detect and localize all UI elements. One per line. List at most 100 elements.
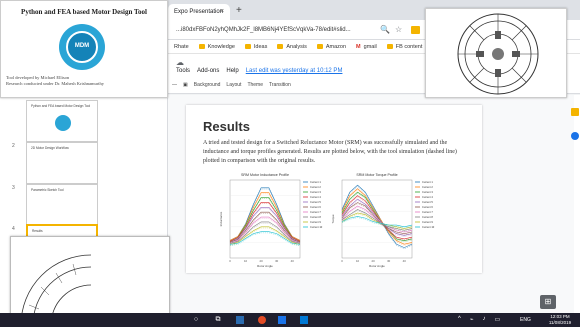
legend-label: Current 2: [310, 185, 321, 189]
x-tick-label: 10: [244, 259, 248, 263]
folder-icon: [386, 44, 393, 49]
file-explorer-icon[interactable]: [236, 316, 244, 324]
slide-thumbnail-workflow[interactable]: 2D Motor Design Workflow: [26, 142, 98, 184]
legend-label: Current 4: [310, 195, 321, 199]
volume-icon[interactable]: ♪: [482, 316, 485, 323]
x-tick-label: 30: [387, 259, 391, 263]
bookmark-amazon[interactable]: Amazon: [316, 44, 346, 50]
menu-help[interactable]: Help: [226, 68, 238, 74]
legend-label: Current 6: [422, 205, 433, 209]
battery-icon[interactable]: ▭: [494, 316, 500, 323]
explore-button[interactable]: ⊞: [540, 295, 556, 309]
bookmark-gmail[interactable]: Mgmail: [356, 44, 377, 50]
thumbnail-title: Results: [32, 229, 43, 233]
legend-label: Current 10: [310, 225, 323, 229]
folder-icon: [198, 44, 205, 49]
logo-text: MDM: [74, 43, 90, 49]
slide-thumbnail-sketch[interactable]: Parametric Sketch Tool: [26, 184, 98, 226]
legend-label: Current 4: [422, 195, 433, 199]
legend-label: Current 6: [310, 205, 321, 209]
toolbar: — ▣ Background Layout Theme Transition: [172, 82, 291, 88]
search-icon[interactable]: ○: [192, 316, 200, 324]
x-tick-label: 40: [291, 259, 295, 263]
x-tick-label: 0: [229, 259, 231, 263]
motor-image-overlay: [425, 8, 567, 98]
x-tick-label: 20: [372, 259, 376, 263]
tasks-icon[interactable]: [571, 132, 579, 140]
app-icon[interactable]: [278, 316, 286, 324]
bookmark-fb-content[interactable]: FB content: [386, 44, 422, 50]
legend-label: Current 8: [310, 215, 321, 219]
transition-button[interactable]: Transition: [269, 82, 291, 88]
system-tray: ^ ⌁ ♪ ▭: [458, 316, 500, 323]
clock-date: 11/08/2019: [548, 320, 572, 325]
theme-button[interactable]: Theme: [247, 82, 263, 88]
minus-icon[interactable]: —: [172, 82, 177, 88]
plot-area: [229, 179, 301, 259]
bookmark-rhate[interactable]: Rhate: [174, 44, 189, 50]
star-icon[interactable]: ☆: [395, 24, 402, 36]
chart-title: SRM Motor Inductance Profile: [241, 173, 289, 177]
screen: Expo Presentation × + ...i80dxFBFoN2yhQM…: [0, 0, 580, 327]
mail-icon[interactable]: [300, 316, 308, 324]
x-tick-label: 30: [275, 259, 279, 263]
legend-label: Current 7: [422, 210, 433, 214]
folder-icon: [244, 44, 251, 49]
menu-tools[interactable]: Tools: [176, 68, 190, 74]
legend-label: Current 5: [310, 200, 321, 204]
inductance-chart: SRM Motor Inductance Profile 0 10 20 30 40 Rot…: [219, 173, 323, 268]
x-tick-label: 0: [341, 259, 343, 263]
folder-icon: [277, 44, 284, 49]
chevron-up-icon[interactable]: ^: [458, 316, 461, 323]
slide-number: 2: [12, 143, 15, 149]
background-button[interactable]: Background: [194, 82, 221, 88]
last-edit-link[interactable]: Last edit was yesterday at 10:12 PM: [246, 68, 343, 74]
x-axis-label: Rotor Angle: [369, 264, 385, 268]
legend-label: Current 5: [422, 200, 433, 204]
insert-image-icon[interactable]: ▣: [183, 82, 188, 88]
legend-label: Current 1: [310, 180, 321, 184]
slide-thumbnail-title[interactable]: Python and FEA based Motor Design Tool: [26, 100, 98, 142]
bookmark-knowledge[interactable]: Knowledge: [198, 44, 235, 50]
legend-label: Current 1: [422, 180, 433, 184]
menu-add-ons[interactable]: Add-ons: [197, 68, 219, 74]
x-tick-label: 10: [356, 259, 360, 263]
search-icon[interactable]: 🔍: [380, 24, 390, 36]
language-indicator[interactable]: ENG: [520, 317, 531, 323]
legend-label: Current 9: [310, 220, 321, 224]
legend-label: Current 8: [422, 215, 433, 219]
overlay-credit-author: Tool developed by Michael Ellison: [6, 75, 70, 80]
legend-label: Current 3: [422, 190, 433, 194]
legend-label: Current 9: [422, 220, 433, 224]
layout-button[interactable]: Layout: [226, 82, 241, 88]
chrome-icon[interactable]: [258, 316, 266, 324]
side-panel: [574, 95, 580, 321]
bookmark-ideas[interactable]: Ideas: [244, 44, 267, 50]
menu-bar: Tools Add-ons Help Last edit was yesterd…: [176, 68, 342, 74]
slide-number: 4: [12, 226, 15, 232]
legend-label: Current 7: [310, 210, 321, 214]
legend-label: Current 10: [422, 225, 435, 229]
new-tab-button[interactable]: +: [236, 3, 242, 19]
y-axis-label: Torque: [331, 214, 335, 224]
x-tick-label: 20: [260, 259, 264, 263]
slide-body-text[interactable]: A tried and tested design for a Switched…: [203, 139, 465, 166]
overlay-title: Python and FEA based Motor Design Tool: [21, 8, 147, 16]
extension-icon[interactable]: [411, 26, 420, 34]
clock[interactable]: 12:03 PM 11/08/2019: [540, 314, 580, 326]
keep-notes-icon[interactable]: [571, 108, 579, 116]
shaft: [492, 48, 504, 60]
slide-title[interactable]: Results: [203, 119, 250, 134]
x-axis-label: Rotor Angle: [257, 264, 273, 268]
legend-label: Current 3: [310, 190, 321, 194]
network-icon[interactable]: ⌁: [470, 316, 474, 323]
url-input[interactable]: ...i80dxFBFoN2yhQMhJk2F_l8MB6Nj4YEfScVqk…: [176, 24, 372, 37]
slide-number: 3: [12, 185, 15, 191]
gmail-icon: M: [356, 43, 361, 50]
thumbnail-title: Python and FEA based Motor Design Tool: [31, 104, 91, 108]
tab-close-icon[interactable]: ×: [220, 4, 224, 20]
task-view-icon[interactable]: ⧉: [214, 316, 222, 324]
bookmark-analysis[interactable]: Analysis: [277, 44, 307, 50]
y-axis-label: Inductance: [219, 211, 223, 226]
x-tick-label: 40: [403, 259, 407, 263]
